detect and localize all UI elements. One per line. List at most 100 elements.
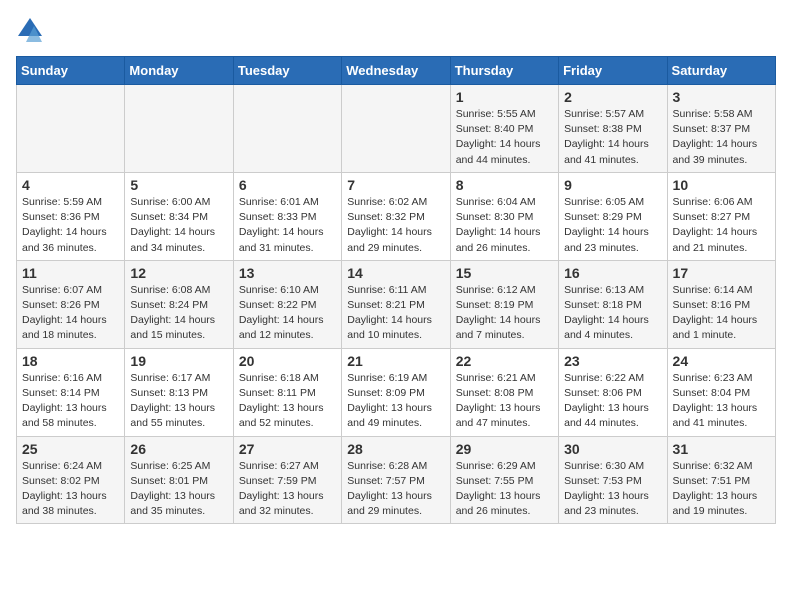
day-number: 23 (564, 353, 661, 369)
day-info: Sunrise: 6:21 AM Sunset: 8:08 PM Dayligh… (456, 371, 553, 432)
header-row: SundayMondayTuesdayWednesdayThursdayFrid… (17, 57, 776, 85)
day-number: 17 (673, 265, 770, 281)
calendar-body: 1 Sunrise: 5:55 AM Sunset: 8:40 PM Daylig… (17, 85, 776, 524)
calendar-cell (17, 85, 125, 173)
day-number: 6 (239, 177, 336, 193)
calendar-table: SundayMondayTuesdayWednesdayThursdayFrid… (16, 56, 776, 524)
calendar-cell: 9 Sunrise: 6:05 AM Sunset: 8:29 PM Daylig… (559, 172, 667, 260)
day-number: 12 (130, 265, 227, 281)
day-number: 15 (456, 265, 553, 281)
calendar-cell: 7Sunrise: 6:02 AM Sunset: 8:32 PM Daylig… (342, 172, 450, 260)
day-info: Sunrise: 5:57 AM Sunset: 8:38 PM Dayligh… (564, 107, 661, 168)
calendar-cell: 16 Sunrise: 6:13 AM Sunset: 8:18 PM Dayli… (559, 260, 667, 348)
calendar-cell: 31 Sunrise: 6:32 AM Sunset: 7:51 PM Dayli… (667, 436, 775, 524)
day-number: 13 (239, 265, 336, 281)
day-number: 14 (347, 265, 444, 281)
calendar-cell: 2 Sunrise: 5:57 AM Sunset: 8:38 PM Daylig… (559, 85, 667, 173)
calendar-cell (233, 85, 341, 173)
calendar-cell: 26 Sunrise: 6:25 AM Sunset: 8:01 PM Dayli… (125, 436, 233, 524)
calendar-cell: 21 Sunrise: 6:19 AM Sunset: 8:09 PM Dayli… (342, 348, 450, 436)
day-header: Monday (125, 57, 233, 85)
calendar-cell (342, 85, 450, 173)
day-header: Tuesday (233, 57, 341, 85)
day-info: Sunrise: 6:04 AM Sunset: 8:30 PM Dayligh… (456, 195, 553, 256)
page-header (16, 16, 776, 44)
day-info: Sunrise: 6:25 AM Sunset: 8:01 PM Dayligh… (130, 459, 227, 520)
day-number: 29 (456, 441, 553, 457)
day-header: Thursday (450, 57, 558, 85)
calendar-week-row: 11 Sunrise: 6:07 AM Sunset: 8:26 PM Dayli… (17, 260, 776, 348)
day-info: Sunrise: 6:14 AM Sunset: 8:16 PM Dayligh… (673, 283, 770, 344)
day-info: Sunrise: 6:06 AM Sunset: 8:27 PM Dayligh… (673, 195, 770, 256)
day-header: Wednesday (342, 57, 450, 85)
calendar-cell: 22 Sunrise: 6:21 AM Sunset: 8:08 PM Dayli… (450, 348, 558, 436)
calendar-cell: 8 Sunrise: 6:04 AM Sunset: 8:30 PM Daylig… (450, 172, 558, 260)
calendar-cell: 23Sunrise: 6:22 AM Sunset: 8:06 PM Dayli… (559, 348, 667, 436)
day-info: Sunrise: 6:23 AM Sunset: 8:04 PM Dayligh… (673, 371, 770, 432)
day-number: 16 (564, 265, 661, 281)
day-info: Sunrise: 6:08 AM Sunset: 8:24 PM Dayligh… (130, 283, 227, 344)
calendar-cell: 29 Sunrise: 6:29 AM Sunset: 7:55 PM Dayli… (450, 436, 558, 524)
day-info: Sunrise: 6:02 AM Sunset: 8:32 PM Dayligh… (347, 195, 444, 256)
calendar-cell: 13 Sunrise: 6:10 AM Sunset: 8:22 PM Dayli… (233, 260, 341, 348)
calendar-cell: 10Sunrise: 6:06 AM Sunset: 8:27 PM Dayli… (667, 172, 775, 260)
day-number: 21 (347, 353, 444, 369)
logo (16, 16, 48, 44)
calendar-header: SundayMondayTuesdayWednesdayThursdayFrid… (17, 57, 776, 85)
calendar-cell: 3 Sunrise: 5:58 AM Sunset: 8:37 PM Daylig… (667, 85, 775, 173)
calendar-cell: 4Sunrise: 5:59 AM Sunset: 8:36 PM Daylig… (17, 172, 125, 260)
calendar-cell: 18 Sunrise: 6:16 AM Sunset: 8:14 PM Dayli… (17, 348, 125, 436)
day-number: 1 (456, 89, 553, 105)
day-info: Sunrise: 6:30 AM Sunset: 7:53 PM Dayligh… (564, 459, 661, 520)
day-number: 31 (673, 441, 770, 457)
day-header: Friday (559, 57, 667, 85)
day-info: Sunrise: 6:00 AM Sunset: 8:34 PM Dayligh… (130, 195, 227, 256)
day-number: 2 (564, 89, 661, 105)
day-info: Sunrise: 6:18 AM Sunset: 8:11 PM Dayligh… (239, 371, 336, 432)
day-number: 18 (22, 353, 119, 369)
day-number: 5 (130, 177, 227, 193)
calendar-cell: 19Sunrise: 6:17 AM Sunset: 8:13 PM Dayli… (125, 348, 233, 436)
day-info: Sunrise: 6:27 AM Sunset: 7:59 PM Dayligh… (239, 459, 336, 520)
day-info: Sunrise: 6:16 AM Sunset: 8:14 PM Dayligh… (22, 371, 119, 432)
calendar-cell (125, 85, 233, 173)
day-number: 30 (564, 441, 661, 457)
day-info: Sunrise: 6:29 AM Sunset: 7:55 PM Dayligh… (456, 459, 553, 520)
day-header: Saturday (667, 57, 775, 85)
day-number: 8 (456, 177, 553, 193)
calendar-cell: 14 Sunrise: 6:11 AM Sunset: 8:21 PM Dayli… (342, 260, 450, 348)
calendar-cell: 20 Sunrise: 6:18 AM Sunset: 8:11 PM Dayli… (233, 348, 341, 436)
day-number: 9 (564, 177, 661, 193)
day-info: Sunrise: 6:17 AM Sunset: 8:13 PM Dayligh… (130, 371, 227, 432)
day-info: Sunrise: 6:32 AM Sunset: 7:51 PM Dayligh… (673, 459, 770, 520)
day-header: Sunday (17, 57, 125, 85)
day-info: Sunrise: 6:28 AM Sunset: 7:57 PM Dayligh… (347, 459, 444, 520)
day-info: Sunrise: 6:13 AM Sunset: 8:18 PM Dayligh… (564, 283, 661, 344)
day-number: 26 (130, 441, 227, 457)
day-info: Sunrise: 5:58 AM Sunset: 8:37 PM Dayligh… (673, 107, 770, 168)
calendar-week-row: 4Sunrise: 5:59 AM Sunset: 8:36 PM Daylig… (17, 172, 776, 260)
calendar-cell: 30 Sunrise: 6:30 AM Sunset: 7:53 PM Dayli… (559, 436, 667, 524)
day-number: 28 (347, 441, 444, 457)
calendar-cell: 17 Sunrise: 6:14 AM Sunset: 8:16 PM Dayli… (667, 260, 775, 348)
day-number: 11 (22, 265, 119, 281)
day-info: Sunrise: 6:11 AM Sunset: 8:21 PM Dayligh… (347, 283, 444, 344)
calendar-cell: 28 Sunrise: 6:28 AM Sunset: 7:57 PM Dayli… (342, 436, 450, 524)
day-number: 22 (456, 353, 553, 369)
day-info: Sunrise: 6:01 AM Sunset: 8:33 PM Dayligh… (239, 195, 336, 256)
calendar-cell: 6 Sunrise: 6:01 AM Sunset: 8:33 PM Daylig… (233, 172, 341, 260)
day-number: 3 (673, 89, 770, 105)
day-number: 20 (239, 353, 336, 369)
day-info: Sunrise: 6:05 AM Sunset: 8:29 PM Dayligh… (564, 195, 661, 256)
day-info: Sunrise: 6:10 AM Sunset: 8:22 PM Dayligh… (239, 283, 336, 344)
day-info: Sunrise: 6:24 AM Sunset: 8:02 PM Dayligh… (22, 459, 119, 520)
day-info: Sunrise: 6:07 AM Sunset: 8:26 PM Dayligh… (22, 283, 119, 344)
day-info: Sunrise: 5:55 AM Sunset: 8:40 PM Dayligh… (456, 107, 553, 168)
calendar-week-row: 1 Sunrise: 5:55 AM Sunset: 8:40 PM Daylig… (17, 85, 776, 173)
calendar-cell: 25Sunrise: 6:24 AM Sunset: 8:02 PM Dayli… (17, 436, 125, 524)
calendar-week-row: 25Sunrise: 6:24 AM Sunset: 8:02 PM Dayli… (17, 436, 776, 524)
calendar-cell: 1 Sunrise: 5:55 AM Sunset: 8:40 PM Daylig… (450, 85, 558, 173)
calendar-cell: 5 Sunrise: 6:00 AM Sunset: 8:34 PM Daylig… (125, 172, 233, 260)
calendar-cell: 11 Sunrise: 6:07 AM Sunset: 8:26 PM Dayli… (17, 260, 125, 348)
day-info: Sunrise: 6:19 AM Sunset: 8:09 PM Dayligh… (347, 371, 444, 432)
